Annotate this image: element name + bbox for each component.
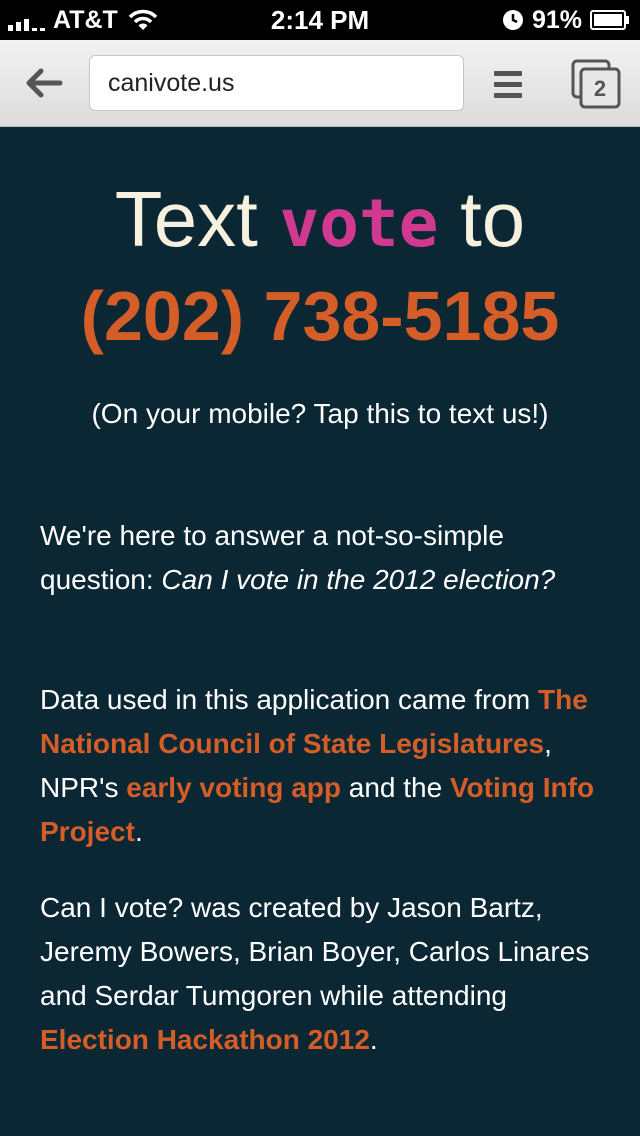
intro-paragraph: We're here to answer a not-so-simple que… (40, 514, 606, 602)
phone-number-link[interactable]: (202) 738-5185 (0, 274, 640, 358)
early-voting-app-link[interactable]: early voting app (126, 772, 341, 803)
tabs-button[interactable]: 2 (570, 58, 622, 110)
credits-text: Can I vote? was created by Jason Bartz, … (40, 892, 590, 1011)
election-hackathon-link[interactable]: Election Hackathon 2012 (40, 1024, 370, 1055)
status-bar: AT&T 2:14 PM 91% (0, 0, 640, 40)
url-field[interactable]: canivote.us (89, 55, 464, 111)
headline-text-word: Text (114, 175, 258, 263)
intro-question: Can I vote in the 2012 election? (161, 564, 556, 595)
headline: Text vote to (0, 174, 640, 269)
back-arrow-icon[interactable] (20, 60, 66, 106)
tabs-icon: 2 (571, 59, 621, 109)
tab-count: 2 (594, 76, 606, 101)
battery-percent: 91% (531, 5, 582, 34)
browser-toolbar: canivote.us 2 (0, 40, 640, 127)
data-suffix: . (134, 816, 143, 847)
status-right: 91% (502, 4, 630, 36)
headline-to-word: to (460, 175, 526, 263)
battery-icon (590, 10, 629, 30)
headline-keyword: vote (279, 185, 439, 262)
credits-paragraph: Can I vote? was created by Jason Bartz, … (40, 886, 606, 1062)
page-content: Text vote to (202) 738-5185 (On your mob… (0, 126, 640, 1136)
data-mid2: and the (340, 772, 450, 803)
tap-to-text-link[interactable]: (On your mobile? Tap this to text us!) (0, 394, 640, 434)
credits-suffix: . (369, 1024, 378, 1055)
menu-icon[interactable] (492, 64, 524, 104)
data-prefix: Data used in this application came from (40, 684, 539, 715)
data-sources-paragraph: Data used in this application came from … (40, 678, 606, 854)
clock-icon (502, 10, 523, 30)
